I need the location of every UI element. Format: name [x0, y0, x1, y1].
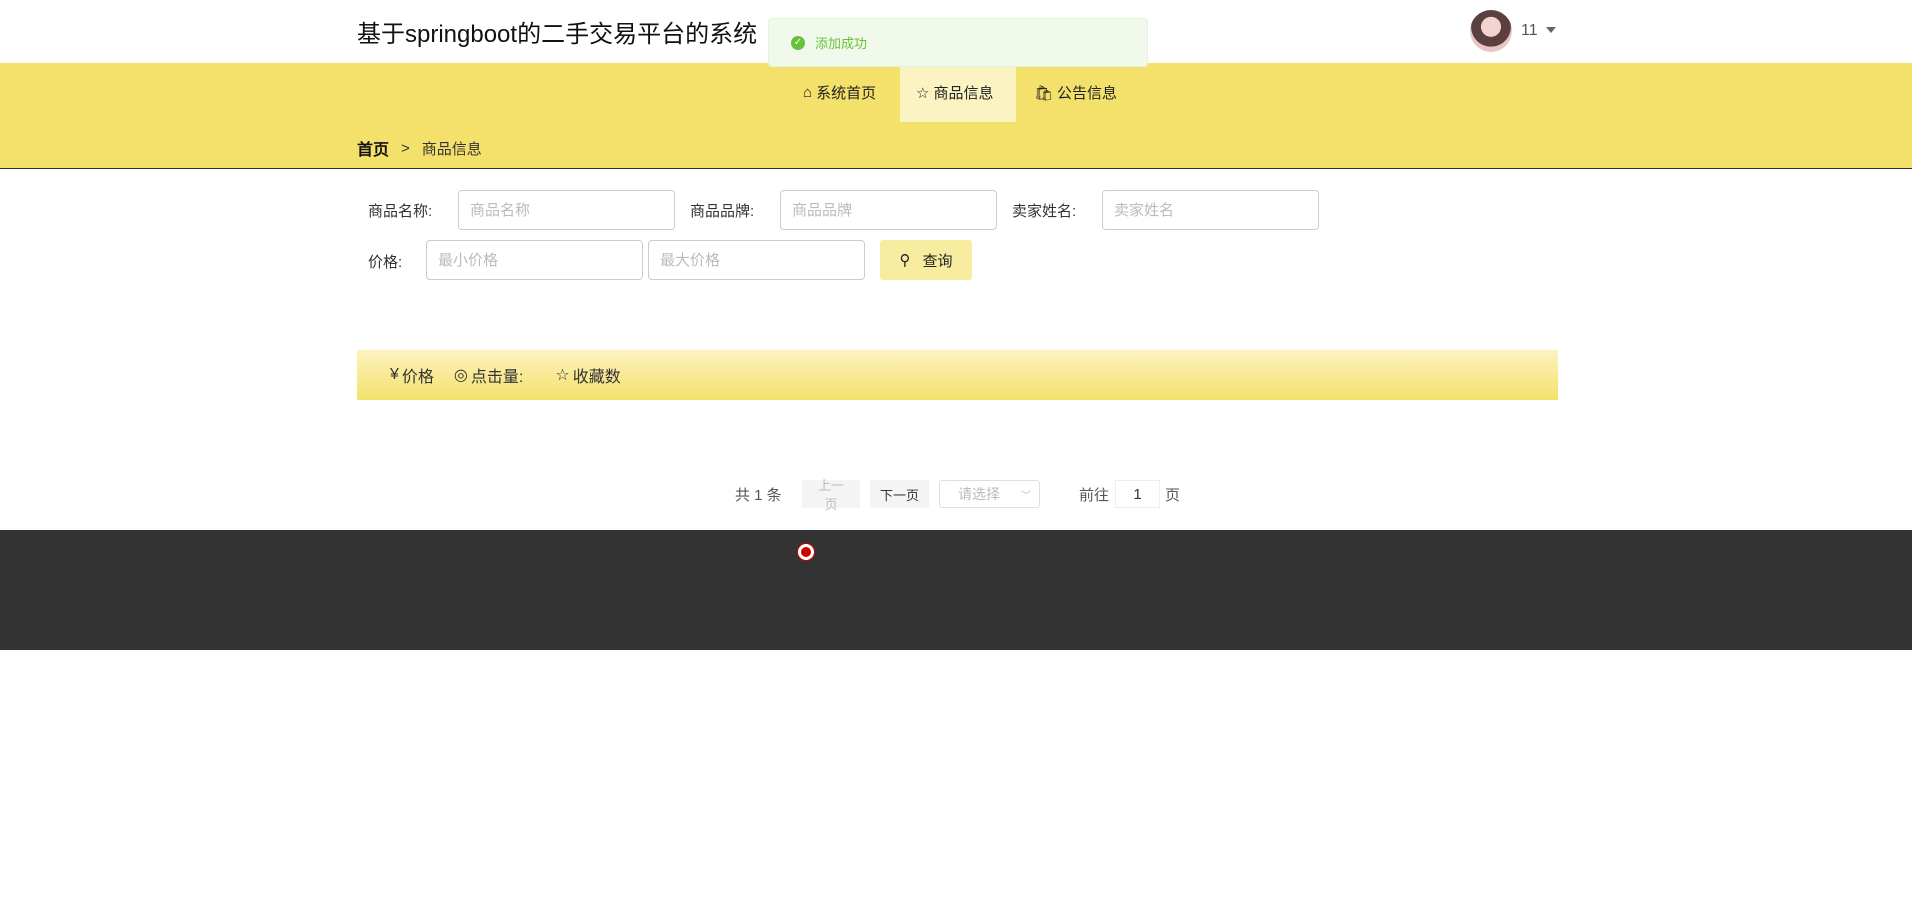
seller-label: 卖家姓名:	[1012, 203, 1077, 220]
search-icon: ⚲	[899, 252, 911, 269]
page-input[interactable]: 1	[1115, 480, 1160, 508]
footer	[0, 530, 1912, 650]
breadcrumb-home[interactable]: 首页	[357, 136, 389, 160]
next-page-button[interactable]: 下一页	[870, 480, 929, 508]
nav-label: 商品信息	[933, 85, 994, 102]
nav-products[interactable]: ☆ 商品信息	[900, 63, 1016, 122]
toast-message: 添加成功	[815, 36, 868, 51]
success-toast: ✓ 添加成功	[768, 18, 1148, 67]
query-label: 查询	[922, 252, 953, 270]
site-title: 基于springboot的二手交易平台的系统	[357, 21, 758, 48]
avatar[interactable]	[1470, 10, 1512, 52]
breadcrumb: 首页 > 商品信息	[357, 136, 482, 160]
max-price-input[interactable]	[648, 240, 865, 280]
page-suffix: 页	[1165, 486, 1181, 504]
seller-input[interactable]	[1102, 190, 1319, 230]
star-icon: ☆	[555, 367, 570, 384]
yen-icon: ¥	[390, 366, 399, 383]
nav-label: 系统首页	[816, 85, 877, 102]
page-size-select[interactable]: 请选择 ﹀	[939, 480, 1040, 508]
caret-down-icon[interactable]	[1546, 27, 1556, 33]
product-card[interactable]: ¥ 价格 ◎ 点击量: ☆ 收藏数	[357, 350, 1558, 400]
favorites-text: 收藏数	[572, 369, 621, 386]
home-icon: ⌂	[803, 84, 813, 101]
brand-input[interactable]	[780, 190, 997, 230]
breadcrumb-current: 商品信息	[421, 140, 482, 158]
blocked-image-icon	[798, 544, 814, 560]
eye-icon: ◎	[453, 367, 468, 384]
username[interactable]: 11	[1521, 22, 1538, 40]
star-icon: ☆	[916, 84, 930, 102]
chevron-down-icon: ﹀	[1021, 490, 1031, 502]
product-name-input[interactable]	[458, 190, 675, 230]
price-label: 价格:	[368, 254, 403, 271]
goto-label: 前往	[1079, 486, 1110, 504]
pagination-total: 共 1 条	[735, 486, 782, 504]
query-button[interactable]: ⚲ 查询	[880, 240, 972, 280]
brand-label: 商品品牌:	[690, 203, 755, 220]
bag-icon: 🛍	[1034, 84, 1054, 102]
nav-label: 公告信息	[1057, 85, 1118, 102]
nav-home[interactable]: ⌂ 系统首页	[787, 63, 892, 122]
check-circle-icon: ✓	[791, 35, 805, 50]
price-text: 价格	[401, 369, 434, 386]
name-label: 商品名称:	[368, 203, 433, 220]
page-size-placeholder: 请选择	[958, 486, 1000, 502]
nav-announcements[interactable]: 🛍 公告信息	[1018, 63, 1133, 122]
breadcrumb-separator: >	[401, 139, 410, 157]
min-price-input[interactable]	[426, 240, 643, 280]
prev-page-button[interactable]: 上一页	[802, 478, 860, 512]
clicks-text: 点击量:	[470, 369, 524, 386]
